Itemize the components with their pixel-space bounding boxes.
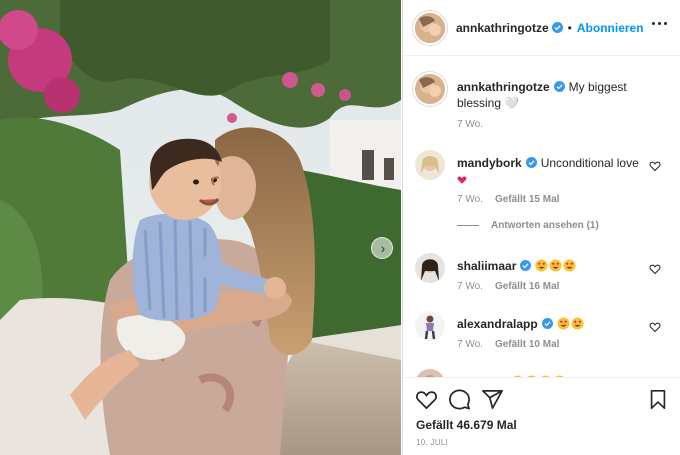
verified-badge-icon [541,318,553,329]
comment-likes[interactable]: Gefällt 15 Mal [495,194,559,205]
caption-username[interactable]: annkathringotze [457,80,550,94]
verified-badge-icon [520,260,532,271]
view-replies-button[interactable]: Antworten ansehen (1) [457,220,599,231]
more-options-icon[interactable] [652,22,667,25]
comment-age[interactable]: 7 Wo. [457,281,483,292]
verified-badge-icon [553,81,565,92]
post-actions: Gefällt 46.679 Mal 10. JULI [403,377,680,455]
red-heart-icon [457,176,467,184]
comment-username[interactable]: shaliimaar [457,259,516,273]
comment-age[interactable]: 7 Wo. [457,339,483,350]
header-username[interactable]: annkathringotze [456,21,549,35]
heart-eyes-emoji-icon [535,259,577,273]
heart-eyes-emoji-icon [557,317,585,331]
post-date[interactable]: 10. JULI [416,438,448,447]
follow-button[interactable]: Abonnieren [577,21,644,35]
post-header: annkathringotze • Abonnieren [403,0,680,56]
comment-text: Unconditional love [540,156,639,170]
chevron-right-icon: › [380,240,386,256]
comment-like-heart-icon[interactable] [649,160,661,172]
share-icon[interactable] [481,388,504,411]
comment-icon[interactable] [448,388,471,411]
comment-like-heart-icon[interactable] [649,321,661,333]
avatar[interactable] [415,369,445,377]
comment-likes[interactable]: Gefällt 10 Mal [495,339,559,350]
avatar[interactable] [415,74,445,104]
comment-username[interactable]: alexandralapp [457,317,538,331]
verified-badge-icon [551,22,563,33]
heart-icon[interactable] [415,388,438,411]
comments-list[interactable]: annkathringotze My biggest blessing 🤍 7 W… [403,57,680,377]
carousel-next-button[interactable]: › [371,237,393,259]
avatar[interactable] [415,253,445,283]
view-replies-label: Antworten ansehen (1) [491,220,599,231]
comment-age[interactable]: 7 Wo. [457,194,483,205]
verified-badge-icon [525,157,537,168]
post-side-panel: annkathringotze • Abonnieren annkathring… [402,0,680,455]
bookmark-icon[interactable] [647,388,669,411]
likes-count[interactable]: Gefällt 46.679 Mal [416,418,517,432]
caption-age[interactable]: 7 Wo. [457,119,483,130]
comment-username[interactable]: mandybork [457,156,522,170]
post-photo[interactable]: › [0,0,401,455]
avatar[interactable] [415,12,445,43]
comment-like-heart-icon[interactable] [649,263,661,275]
separator-dot: • [567,20,572,35]
avatar[interactable] [415,311,445,341]
comment-likes[interactable]: Gefällt 16 Mal [495,281,559,292]
avatar[interactable] [415,150,445,180]
post-image [0,0,401,455]
